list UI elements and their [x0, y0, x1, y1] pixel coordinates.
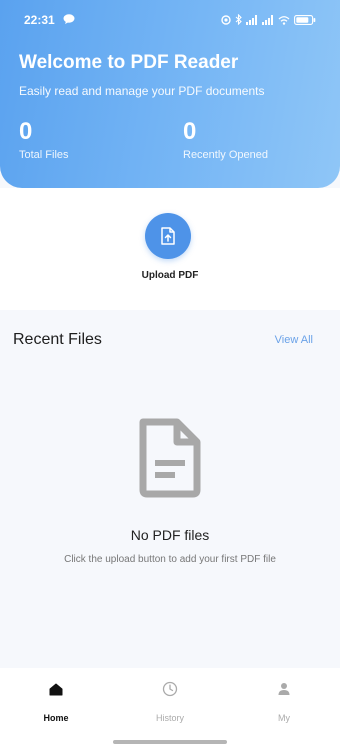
header-banner: 22:31 Welcome to PDF Reader Easily read …: [0, 0, 340, 188]
welcome-title: Welcome to PDF Reader: [19, 52, 239, 73]
bluetooth-icon: [235, 14, 242, 25]
stat-recently-opened: 0 Recently Opened: [183, 118, 268, 161]
nav-item-my[interactable]: My: [254, 678, 314, 723]
battery-icon: [294, 14, 316, 25]
signal-strength-icon: [246, 14, 257, 25]
bottom-navigation: Home History My: [0, 668, 340, 751]
status-time: 22:31: [24, 13, 55, 27]
nav-label: History: [155, 713, 184, 723]
recent-files-title: Recent Files: [13, 331, 102, 348]
stat-value: 0: [183, 118, 197, 145]
nav-item-home[interactable]: Home: [26, 678, 86, 723]
empty-state-description: Click the upload button to add your firs…: [64, 554, 276, 565]
home-indicator[interactable]: [113, 740, 227, 744]
wifi-icon: [278, 15, 290, 25]
empty-state-title: No PDF files: [130, 527, 210, 543]
stat-value: 0: [19, 118, 33, 145]
person-icon: [278, 683, 290, 695]
signal-strength-icon-2: [262, 14, 273, 25]
nav-item-history[interactable]: History: [140, 678, 200, 723]
nav-label: Home: [43, 713, 69, 723]
upload-pdf-label[interactable]: Upload PDF: [0, 270, 340, 281]
stat-total-files: 0 Total Files: [19, 118, 69, 161]
document-icon: [139, 418, 201, 498]
view-all-link[interactable]: View All: [275, 334, 313, 346]
upload-file-icon: [161, 227, 175, 245]
welcome-subtitle: Easily read and manage your PDF document…: [19, 84, 265, 98]
clock-icon: [162, 681, 178, 697]
system-icons: [221, 14, 316, 25]
alarm-icon: [221, 14, 231, 25]
status-bar: 22:31: [0, 12, 340, 30]
upload-pdf-button[interactable]: [145, 213, 191, 259]
chat-notification-icon: [63, 14, 75, 24]
nav-label: My: [278, 713, 290, 723]
upload-section: Upload PDF: [0, 188, 340, 310]
home-icon: [49, 683, 63, 695]
stat-label: Total Files: [19, 149, 69, 161]
stat-label: Recently Opened: [183, 149, 268, 161]
